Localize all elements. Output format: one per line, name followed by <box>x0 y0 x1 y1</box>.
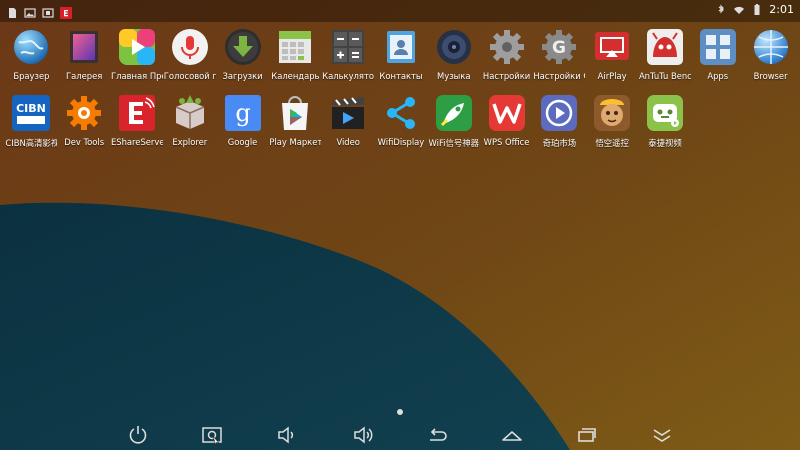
hide-bar-button[interactable] <box>651 424 673 446</box>
wifi-icon <box>733 4 745 16</box>
eshare-notification-icon <box>60 4 72 19</box>
contacts-icon <box>381 27 421 67</box>
svg-text:CIBN: CIBN <box>17 102 47 115</box>
app-wifi-booster[interactable]: WiFi信号神器 <box>427 93 480 159</box>
play-store-icon <box>275 93 315 133</box>
download-icon <box>223 27 263 67</box>
sd-card-icon <box>6 4 18 18</box>
app-main-screen[interactable]: Главная Пресс <box>111 27 164 93</box>
wps-icon <box>487 93 527 133</box>
app-apps[interactable]: Apps <box>691 27 744 93</box>
status-bar: 2:01 <box>0 0 800 22</box>
app-row-2: CIBN CIBN高清影视 Dev Tools EShareServer Exp… <box>5 93 797 159</box>
app-grid: Браузер Галерея Главная Пресс Голосовой … <box>5 27 797 159</box>
app-dev-tools[interactable]: Dev Tools <box>58 93 111 159</box>
svg-text:G: G <box>552 38 566 58</box>
gear-icon <box>487 27 527 67</box>
volume-up-button[interactable] <box>352 424 374 446</box>
home-icon <box>502 431 522 441</box>
page-indicator-dot <box>397 409 403 415</box>
dev-tools-gear-icon <box>64 93 104 133</box>
volume-down-button[interactable] <box>276 424 298 446</box>
navigation-bar <box>0 420 800 450</box>
monkey-icon <box>592 93 632 133</box>
screenshot-icon <box>202 427 222 446</box>
app-browser[interactable]: Browser <box>744 27 797 93</box>
app-eshareserver[interactable]: EShareServer <box>111 93 164 159</box>
app-qiyi-market[interactable]: 奇珀市场 <box>533 93 586 159</box>
google-g-icon: g <box>223 93 263 133</box>
box-icon <box>170 93 210 133</box>
app-downloads[interactable]: Загрузки <box>216 27 269 93</box>
app-video[interactable]: Video <box>322 93 375 159</box>
calculator-icon <box>328 27 368 67</box>
app-google-settings[interactable]: G Настройки Google <box>533 27 586 93</box>
share-icon <box>381 93 421 133</box>
volume-down-icon <box>278 426 294 444</box>
battery-icon <box>751 3 763 16</box>
app-browser-ru[interactable]: Браузер <box>5 27 58 93</box>
app-contacts[interactable]: Контакты <box>375 27 428 93</box>
home-button[interactable] <box>501 424 523 446</box>
cibn-icon: CIBN <box>11 93 51 133</box>
rocket-icon <box>434 93 474 133</box>
calendar-icon <box>275 27 315 67</box>
airplay-icon <box>592 27 632 67</box>
clapperboard-icon <box>328 93 368 133</box>
gallery-icon <box>64 27 104 67</box>
market-play-icon <box>539 93 579 133</box>
app-antutu[interactable]: AnTuTu Benchmark <box>639 27 692 93</box>
back-button[interactable] <box>426 424 448 446</box>
app-tiejie-video[interactable]: 泰捷视频 <box>639 93 692 159</box>
svg-text:g: g <box>235 99 250 127</box>
chevron-down-double-icon <box>653 429 671 442</box>
recents-icon <box>578 428 596 442</box>
robot-tv-icon <box>645 93 685 133</box>
image-icon <box>24 4 36 18</box>
screenshot-icon <box>42 4 54 18</box>
back-icon <box>430 428 447 441</box>
globe-icon <box>751 27 791 67</box>
app-explorer[interactable]: Explorer <box>163 93 216 159</box>
app-wps-office[interactable]: WPS Office <box>480 93 533 159</box>
speaker-icon <box>434 27 474 67</box>
app-voice-search[interactable]: Голосовой поиск <box>163 27 216 93</box>
app-cibn[interactable]: CIBN CIBN高清影视 <box>5 93 58 159</box>
bluetooth-icon <box>715 4 727 16</box>
app-calendar[interactable]: Календарь <box>269 27 322 93</box>
app-row-1: Браузер Галерея Главная Пресс Голосовой … <box>5 27 797 93</box>
apps-grid-icon <box>698 27 738 67</box>
app-wifidisplay[interactable]: WifiDisplay <box>375 93 428 159</box>
app-calculator[interactable]: Калькулятор <box>322 27 375 93</box>
app-wukong[interactable]: 悟空遥控 <box>586 93 639 159</box>
power-button[interactable] <box>127 424 149 446</box>
clock: 2:01 <box>769 3 794 16</box>
globe-icon <box>11 27 51 67</box>
app-google[interactable]: g Google <box>216 93 269 159</box>
app-play-market[interactable]: Play Маркет <box>269 93 322 159</box>
power-icon <box>129 426 147 444</box>
eshare-icon <box>117 93 157 133</box>
app-airplay[interactable]: AirPlay <box>586 27 639 93</box>
screenshot-button[interactable] <box>201 424 223 446</box>
volume-up-icon <box>354 426 373 444</box>
google-gear-icon: G <box>539 27 579 67</box>
play-icon <box>117 27 157 67</box>
app-music[interactable]: Музыка <box>427 27 480 93</box>
app-gallery[interactable]: Галерея <box>58 27 111 93</box>
recents-button[interactable] <box>576 424 598 446</box>
app-settings[interactable]: Настройки <box>480 27 533 93</box>
antutu-icon <box>645 27 685 67</box>
microphone-icon <box>170 27 210 67</box>
